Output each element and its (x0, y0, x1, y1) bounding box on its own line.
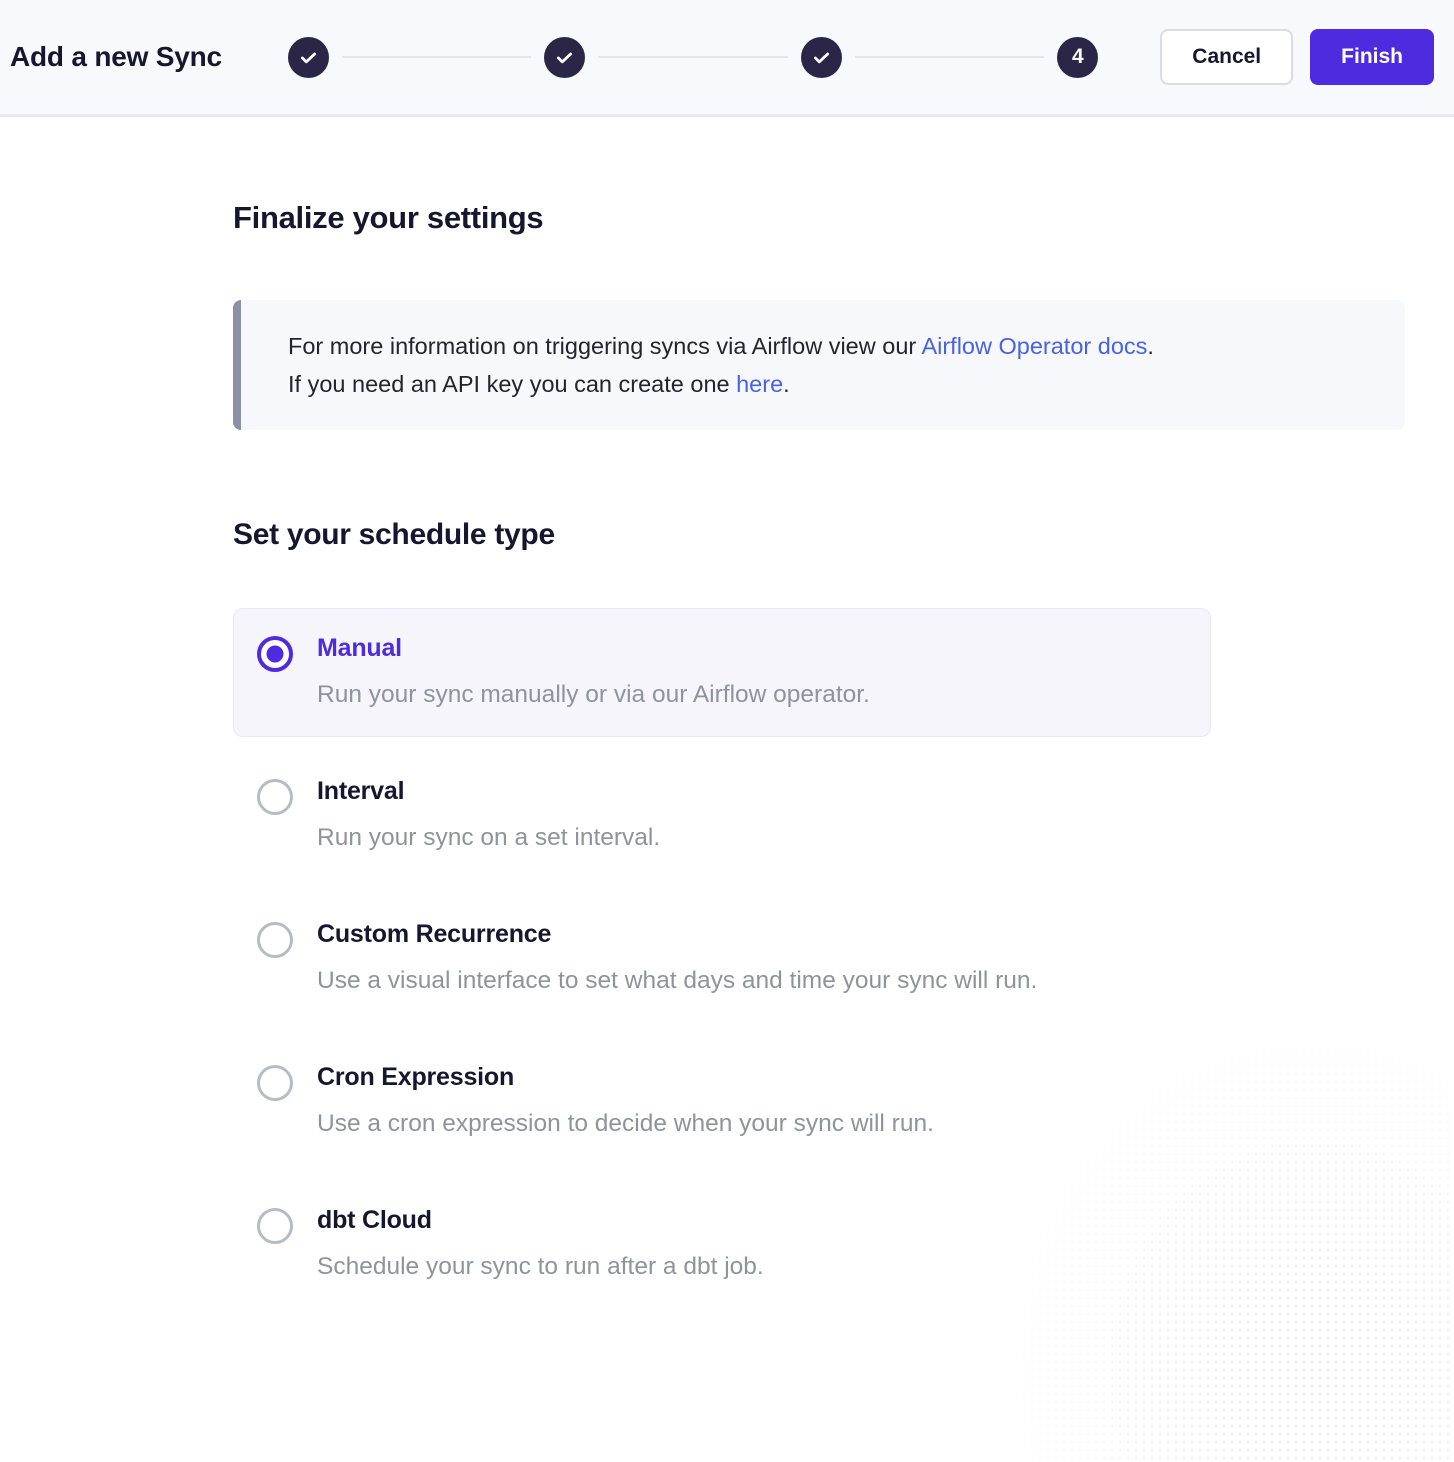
main-content: Finalize your settings For more informat… (0, 117, 1454, 1309)
check-icon (811, 47, 832, 68)
option-text: dbt Cloud Schedule your sync to run afte… (317, 1206, 764, 1281)
schedule-option-custom-recurrence[interactable]: Custom Recurrence Use a visual interface… (233, 894, 1211, 1023)
airflow-operator-docs-link[interactable]: Airflow Operator docs (921, 333, 1147, 359)
step-1-complete[interactable] (288, 37, 329, 78)
check-icon (298, 47, 319, 68)
step-3-complete[interactable] (801, 37, 842, 78)
schedule-option-dbt-cloud[interactable]: dbt Cloud Schedule your sync to run afte… (233, 1180, 1211, 1309)
callout-line-2: If you need an API key you can create on… (288, 365, 1365, 403)
info-callout: For more information on triggering syncs… (233, 300, 1405, 430)
step-connector (342, 56, 531, 58)
wizard-header: Add a new Sync 4 Cancel Finish (0, 0, 1454, 117)
radio-interval[interactable] (257, 779, 293, 815)
option-text: Cron Expression Use a cron expression to… (317, 1063, 934, 1138)
option-description: Schedule your sync to run after a dbt jo… (317, 1253, 764, 1281)
schedule-option-manual[interactable]: Manual Run your sync manually or via our… (233, 608, 1211, 737)
step-2-complete[interactable] (544, 37, 585, 78)
radio-dbt-cloud[interactable] (257, 1208, 293, 1244)
option-description: Run your sync manually or via our Airflo… (317, 681, 870, 709)
radio-cron-expression[interactable] (257, 1065, 293, 1101)
step-4-current[interactable]: 4 (1057, 37, 1098, 78)
option-text: Interval Run your sync on a set interval… (317, 777, 660, 852)
step-connector (855, 56, 1044, 58)
radio-manual-selected[interactable] (257, 636, 293, 672)
finalize-settings-heading: Finalize your settings (233, 200, 1454, 236)
callout-line-1: For more information on triggering syncs… (288, 327, 1365, 365)
radio-custom-recurrence[interactable] (257, 922, 293, 958)
schedule-type-heading: Set your schedule type (233, 518, 1454, 552)
step-connector (598, 56, 787, 58)
callout-text: . (1147, 333, 1154, 359)
option-label: Manual (317, 634, 870, 663)
create-api-key-link[interactable]: here (736, 371, 783, 397)
option-text: Custom Recurrence Use a visual interface… (317, 920, 1037, 995)
header-actions: Cancel Finish (1160, 29, 1434, 85)
step-progress-bar: 4 (288, 37, 1098, 78)
option-description: Use a visual interface to set what days … (317, 967, 1037, 995)
schedule-option-interval[interactable]: Interval Run your sync on a set interval… (233, 751, 1211, 880)
schedule-option-cron-expression[interactable]: Cron Expression Use a cron expression to… (233, 1037, 1211, 1166)
option-label: dbt Cloud (317, 1206, 764, 1235)
option-description: Run your sync on a set interval. (317, 824, 660, 852)
option-description: Use a cron expression to decide when you… (317, 1110, 934, 1138)
option-text: Manual Run your sync manually or via our… (317, 634, 870, 709)
finish-button[interactable]: Finish (1310, 29, 1434, 85)
option-label: Custom Recurrence (317, 920, 1037, 949)
check-icon (554, 47, 575, 68)
option-label: Interval (317, 777, 660, 806)
callout-text: For more information on triggering syncs… (288, 333, 921, 359)
cancel-button[interactable]: Cancel (1160, 29, 1293, 85)
page-title: Add a new Sync (10, 41, 222, 73)
callout-text: If you need an API key you can create on… (288, 371, 736, 397)
schedule-type-options: Manual Run your sync manually or via our… (233, 608, 1211, 1309)
callout-text: . (783, 371, 790, 397)
option-label: Cron Expression (317, 1063, 934, 1092)
